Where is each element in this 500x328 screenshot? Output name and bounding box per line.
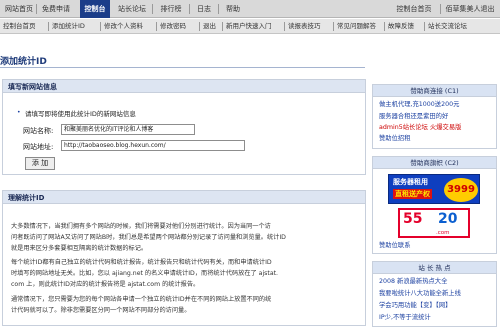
subnav-report-tips[interactable]: 读报表技巧 (288, 19, 321, 34)
bullet-icon: • (17, 109, 21, 116)
hot-topics-box: 站 长 热 点 2008 新浪最新热点大全 我要啦统计八大功能全新上线 学会巧用… (372, 261, 497, 327)
explain-panel: 理解统计ID 大多数情况下，当我们拥有多个网站的时候，我们将需要对他们分别进行统… (2, 190, 366, 326)
sponsor-link[interactable]: 做主机代理,充1000送200元 (379, 100, 459, 109)
sponsor-banners-box: 赞助商旗帜 (C2) 赞助位联系 (372, 156, 497, 254)
hot-topic-link[interactable]: 学会巧用功能【变】【网】 (379, 301, 451, 310)
subnav-divider (333, 22, 334, 31)
top-nav: 网站首页 免费申请 控制台 站长论坛 排行榜 日志 帮助 控制台首页 佰草集美人… (0, 0, 500, 18)
subnav-divider (199, 22, 200, 31)
explain-panel-title: 理解统计ID (8, 194, 45, 202)
nav-home[interactable]: 网站首页 (4, 0, 34, 18)
subnav-add-id[interactable]: 添加统计ID (52, 19, 85, 34)
subnav-divider (384, 22, 385, 31)
sponsor-links-title: 赞助商连接 (C1) (373, 85, 496, 97)
nav-divider (36, 4, 37, 14)
hot-topic-link[interactable]: IP少,不等于流统计 (379, 313, 431, 322)
title-divider (0, 67, 365, 68)
subnav-divider (424, 22, 425, 31)
nav-divider (189, 4, 190, 14)
add-button[interactable]: 添 加 (25, 157, 55, 170)
hot-topic-link[interactable]: 我要啦统计八大功能全新上线 (379, 289, 461, 298)
nav-forum[interactable]: 站长论坛 (114, 0, 150, 18)
subnav-divider (156, 22, 157, 31)
site-name-label: 网站名称: (23, 127, 54, 135)
banner-domain: .com (436, 230, 450, 236)
paragraph-line: 就是用来区分多套要相互隔离的统计数据的标记。 (11, 245, 148, 252)
paragraph-line: 每个统计ID都有自己独立的统计代码和统计报告，统计报告只和统计代码有关，而和申请… (11, 259, 272, 266)
nav-logout[interactable]: 佰草集美人退出 (442, 0, 498, 18)
explain-paragraph-3: 通常情况下，您只需要为您的每个网站各申请一个独立的统计ID并在不同的网站上放置不… (11, 294, 363, 316)
subnav-divider (48, 22, 49, 31)
hot-topics-title: 站 长 热 点 (373, 262, 496, 274)
nav-ranking[interactable]: 排行榜 (156, 0, 186, 18)
nav-console-home[interactable]: 控制台首页 (392, 0, 436, 18)
form-panel-title: 填写新网站信息 (8, 83, 57, 91)
banner-text: 直租送产权 (393, 189, 432, 199)
sponsor-contact-link[interactable]: 赞助位联系 (379, 241, 410, 250)
subnav-edit-profile[interactable]: 修改个人资料 (104, 19, 143, 34)
sponsor-banners-title: 赞助商旗帜 (C2) (373, 157, 496, 169)
subnav-change-password[interactable]: 修改密码 (160, 19, 186, 34)
paragraph-line: 通常情况下，您只需要为您的每个网站各申请一个独立的统计ID并在不同的网站上放置不… (11, 296, 272, 303)
site-name-input[interactable]: 和聚美丽名优化的IT评论和人博客 (61, 124, 195, 135)
server-rental-banner[interactable]: 服务器租用 直租送产权 3999 (388, 174, 480, 204)
subnav-logout[interactable]: 退出 (203, 19, 216, 34)
subnav-feedback[interactable]: 故障反馈 (388, 19, 414, 34)
sponsor-link[interactable]: admin5站长论坛 火爆交易版 (379, 123, 461, 132)
sub-nav: 控制台首页 添加统计ID 修改个人资料 修改密码 退出 新用户快速入门 读报表技… (0, 19, 500, 34)
banner-number-left: 55 (403, 211, 423, 227)
form-notice: 请填写即将使用此统计ID的新网站信息 (25, 110, 136, 118)
subnav-divider (284, 22, 285, 31)
site-url-input[interactable]: http://taobaoseo.blog.hexun.com/ (61, 140, 245, 151)
nav-console[interactable]: 控制台 (80, 0, 110, 18)
sponsor-link[interactable]: 服务器合租还是紫田的好 (379, 112, 448, 121)
subnav-divider (100, 22, 101, 31)
nav-free-apply[interactable]: 免费申请 (38, 0, 74, 18)
subnav-divider (222, 22, 223, 31)
banner-number-right: 20 (438, 211, 458, 227)
subnav-forum[interactable]: 站长交流论坛 (428, 19, 467, 34)
sponsor-links-box: 赞助商连接 (C1) 做主机代理,充1000送200元 服务器合租还是紫田的好 … (372, 84, 497, 149)
subnav-faq[interactable]: 常见问题解答 (337, 19, 376, 34)
paragraph-line: 计代码就可以了。除非您需要区分同一个网站不同部分的访问量。 (11, 307, 191, 314)
paragraph-line: 大多数情况下，当我们拥有多个网站的时候，我们将需要对他们分别进行统计。因为当同一… (11, 223, 271, 230)
form-panel: 填写新网站信息 • 请填写即将使用此统计ID的新网站信息 网站名称: 和聚美丽名… (2, 79, 366, 175)
hot-topic-link[interactable]: 2008 新浪最新热点大全 (379, 277, 447, 286)
subnav-quick-start[interactable]: 新用户快速入门 (226, 19, 272, 34)
nav-divider (440, 4, 441, 14)
nav-divider (152, 4, 153, 14)
page-title: 添加统计ID (0, 57, 47, 67)
subnav-console-home[interactable]: 控制台首页 (3, 19, 36, 34)
5520-banner[interactable]: 55 20 .com (398, 208, 470, 238)
paragraph-line: 时填写的网站地址无关。比如，您以 ajiang.net 的名义申请统计ID，而将… (11, 270, 279, 277)
paragraph-line: 问者既访问了网站A又访问了网站B时，我们总是希望两个网站都分别记录了访问量和浏览… (11, 234, 286, 241)
banner-price: 3999 (444, 178, 478, 202)
explain-paragraph-1: 大多数情况下，当我们拥有多个网站的时候，我们将需要对他们分别进行统计。因为当同一… (11, 221, 363, 254)
nav-help[interactable]: 帮助 (222, 0, 244, 18)
explain-paragraph-2: 每个统计ID都有自己独立的统计代码和统计报告，统计报告只和统计代码有关，而和申请… (11, 257, 363, 290)
nav-divider (218, 4, 219, 14)
explain-panel-header: 理解统计ID (3, 191, 365, 204)
nav-log[interactable]: 日志 (193, 0, 215, 18)
site-url-label: 网站地址: (23, 143, 54, 151)
banner-text: 服务器租用 (393, 178, 428, 186)
paragraph-line: com 上，则此统计ID对应的统计报告将是 ajstat.com 的统计报告。 (11, 281, 200, 288)
sponsor-link[interactable]: 赞助位招租 (379, 134, 410, 143)
form-panel-header: 填写新网站信息 (3, 80, 365, 93)
